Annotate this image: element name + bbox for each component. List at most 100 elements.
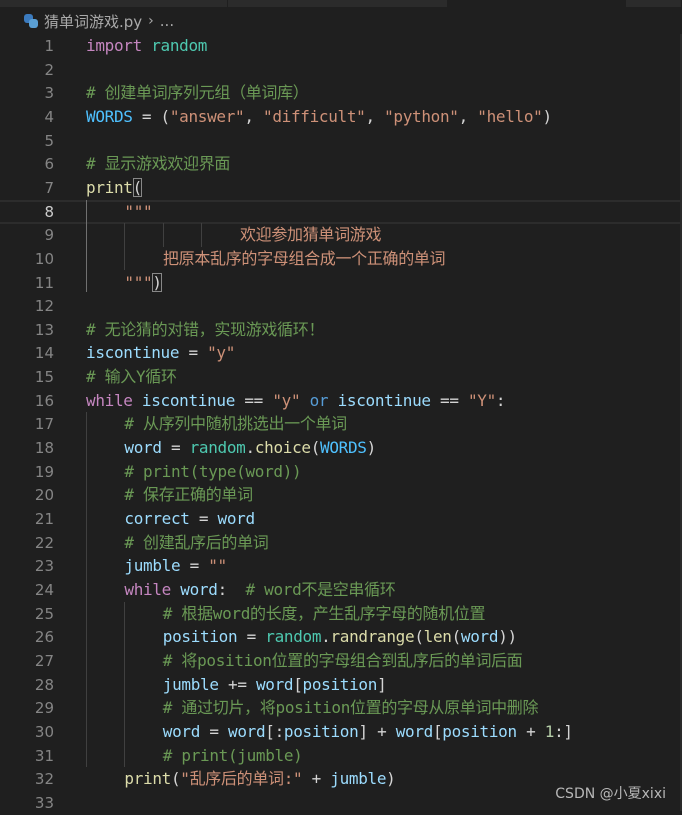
line-number[interactable]: 14 [0,341,54,365]
code-line[interactable]: 27 # 将position位置的字母组合到乱序后的单词后面 [0,649,680,673]
code-token: word [217,509,256,528]
code-token: "y" [272,390,301,410]
code-line[interactable]: 22 # 创建乱序后的单词 [0,531,680,555]
code-token: random [151,36,208,55]
editor-tab-active[interactable] [448,0,626,7]
line-number[interactable]: 27 [0,649,54,673]
code-comment: # 从序列中随机挑选出一个单词 [124,414,347,434]
code-line[interactable]: 12 [0,294,680,318]
line-number[interactable]: 16 [0,389,54,413]
code-token: ( [170,769,181,789]
code-line[interactable]: 28 jumble += word[position] [0,673,680,697]
code-comment: # 显示游戏欢迎界面 [86,154,231,174]
code-line[interactable]: 25 # 根据word的长度，产生乱序字母的随机位置 [0,602,680,626]
line-number[interactable]: 25 [0,602,54,626]
line-number[interactable]: 30 [0,720,54,744]
line-number[interactable]: 6 [0,152,54,176]
line-number[interactable]: 19 [0,460,54,484]
line-number[interactable]: 23 [0,554,54,578]
code-line[interactable]: 23 jumble = "" [0,554,680,578]
code-comment: # 输入Y循环 [86,367,177,387]
breadcrumb-more[interactable]: ... [160,12,174,30]
code-token: ( [310,438,321,458]
code-editor[interactable]: 1 import random 2 3 # 创建单词序列元组（单词库） 4 WORDS = … [0,34,680,812]
code-token: , [458,106,478,126]
code-line[interactable]: 6 # 显示游戏欢迎界面 [0,152,680,176]
line-number[interactable]: 26 [0,625,54,649]
editor-tab[interactable] [228,0,448,7]
breadcrumb-file[interactable]: 猜单词游戏.py [44,11,142,32]
code-line[interactable]: 10 把原本乱序的字母组合成一个正确的单词 [0,247,680,271]
line-number[interactable]: 7 [0,176,54,200]
code-string: 把原本乱序的字母组合成一个正确的单词 [163,248,446,268]
code-line[interactable]: 3 # 创建单词序列元组（单词库） [0,81,680,105]
code-text: word = word[:position] + word[position +… [163,720,573,744]
code-line[interactable]: 31 # print(jumble) [0,744,680,768]
code-line[interactable]: 8 """ [0,199,680,224]
line-number[interactable]: 5 [0,129,54,153]
editor-tab[interactable] [0,0,228,7]
code-line[interactable]: 17 # 从序列中随机挑选出一个单词 [0,412,680,436]
code-text: # 通过切片，将position位置的字母从原单词中删除 [163,696,539,720]
code-comment: # print(type(word)) [124,461,302,481]
code-line[interactable]: 15 # 输入Y循环 [0,365,680,389]
line-number[interactable]: 2 [0,58,54,82]
code-line[interactable]: 18 word = random.choice(WORDS) [0,436,680,460]
code-line[interactable]: 16 while iscontinue == "y" or iscontinue … [0,389,680,413]
line-number[interactable]: 18 [0,436,54,460]
code-line[interactable]: 5 [0,129,680,153]
line-number[interactable]: 28 [0,673,54,697]
code-comment: # 创建单词序列元组（单词库） [86,83,309,103]
editor-tab[interactable] [626,0,682,7]
line-number[interactable]: 4 [0,105,54,129]
code-line[interactable]: 20 # 保存正确的单词 [0,483,680,507]
line-number[interactable]: 15 [0,365,54,389]
code-line[interactable]: 1 import random [0,34,680,58]
line-number[interactable]: 32 [0,767,54,791]
code-line[interactable]: 11 """) [0,271,680,295]
code-line[interactable]: 4 WORDS = ("answer", "difficult", "python… [0,105,680,129]
code-line[interactable]: 30 word = word[:position] + word[position… [0,720,680,744]
line-number[interactable]: 24 [0,578,54,602]
code-line[interactable]: 9 欢迎参加猜单词游戏 [0,223,680,247]
code-token: word [395,721,434,741]
code-token: ] + [358,721,396,741]
code-token: "乱序后的单词:" [180,769,303,789]
line-number[interactable]: 20 [0,483,54,507]
code-line[interactable]: 19 # print(type(word)) [0,460,680,484]
line-number[interactable]: 1 [0,34,54,58]
code-line[interactable]: 7 print( [0,176,680,200]
line-number[interactable]: 13 [0,318,54,342]
line-number[interactable]: 31 [0,744,54,768]
code-text: jumble += word[position] [163,673,387,697]
code-text: """ [124,202,152,222]
line-number[interactable]: 8 [0,202,54,222]
code-line[interactable]: 29 # 通过切片，将position位置的字母从原单词中删除 [0,696,680,720]
line-number[interactable]: 22 [0,531,54,555]
line-number[interactable]: 12 [0,294,54,318]
code-line[interactable]: 26 position = random.randrange(len(word)) [0,625,680,649]
line-number[interactable]: 9 [0,223,54,247]
code-line[interactable]: 14 iscontinue = "y" [0,341,680,365]
line-number[interactable]: 10 [0,247,54,271]
code-line[interactable]: 24 while word: # word不是空串循环 [0,578,680,602]
line-number[interactable]: 33 [0,791,54,815]
line-number[interactable]: 11 [0,271,54,295]
line-number[interactable]: 17 [0,412,54,436]
code-text: while word: # word不是空串循环 [124,578,395,602]
code-token: or [309,390,329,410]
code-text: # 创建单词序列元组（单词库） [86,81,309,105]
code-token: "difficult" [263,106,366,126]
code-token: WORDS [86,106,133,126]
code-line[interactable]: 21 correct = word [0,507,680,531]
code-line[interactable]: 13 # 无论猜的对错，实现游戏循环！ [0,318,680,342]
code-line[interactable]: 2 [0,58,680,82]
line-number[interactable]: 29 [0,696,54,720]
line-number[interactable]: 3 [0,81,54,105]
code-token: : [495,390,506,410]
line-number[interactable]: 21 [0,507,54,531]
indent-guide [124,601,125,768]
